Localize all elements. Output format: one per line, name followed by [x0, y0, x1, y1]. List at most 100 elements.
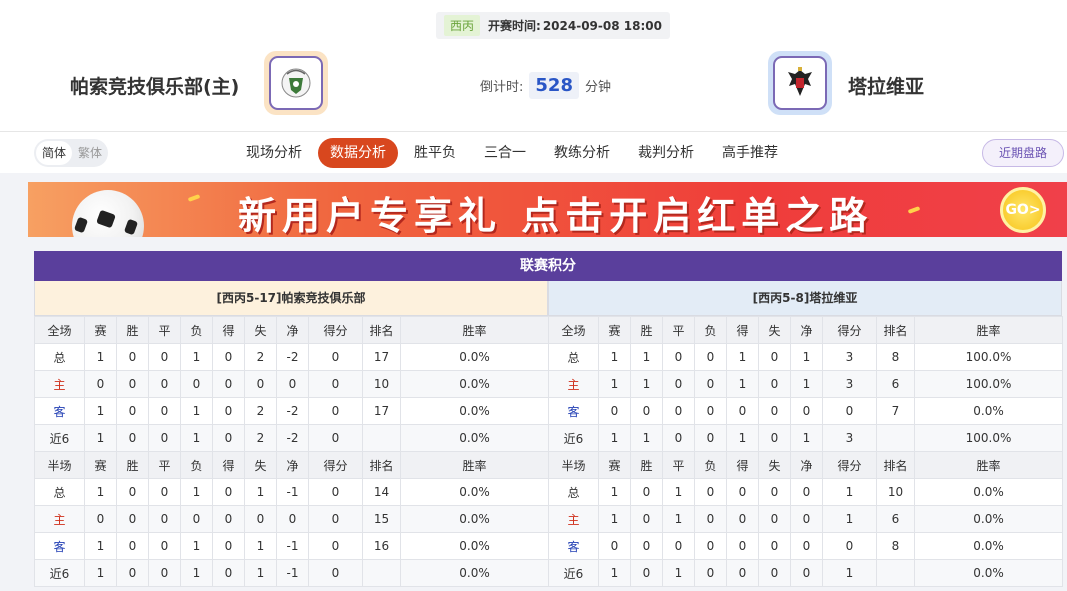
table-cell: 1 [598, 424, 631, 452]
away-crest-icon [788, 67, 812, 96]
home-standings-header: [西丙5-17]帕索竞技俱乐部 [34, 281, 548, 316]
table-cell: 0 [148, 532, 181, 560]
home-crest-icon [281, 68, 311, 98]
banner-text: 新用户专享礼 点击开启红单之路 [238, 194, 874, 237]
table-cell: 0 [662, 343, 695, 371]
table-cell: 1 [84, 424, 117, 452]
column-header: 负 [180, 316, 213, 344]
table-cell: -1 [276, 532, 309, 560]
table-cell: 0 [790, 532, 823, 560]
table-cell: 0 [212, 505, 245, 533]
home-team-name[interactable]: 帕索竞技俱乐部(主) [70, 72, 239, 99]
table-cell: 0.0% [400, 397, 549, 425]
table-cell: 0 [180, 505, 213, 533]
tab-win-draw-lose[interactable]: 胜平负 [402, 138, 468, 168]
table-cell: 1 [84, 397, 117, 425]
table-row: 总 1 0 0 1 0 2 -2 0 17 0.0% [34, 343, 549, 371]
recent-handicap-button[interactable]: 近期盘路 [982, 139, 1064, 167]
table-cell: 0 [758, 478, 791, 506]
column-header: 得分 [308, 316, 363, 344]
lang-traditional[interactable]: 繁体 [72, 141, 108, 165]
table-cell: 0 [116, 343, 149, 371]
go-button[interactable]: GO> [1000, 187, 1046, 233]
table-cell: 0 [180, 370, 213, 398]
table-cell: -1 [276, 478, 309, 506]
table-cell: 0 [726, 478, 759, 506]
table-row: 客 0 0 0 0 0 0 0 0 8 0.0% [548, 532, 1063, 560]
table-cell: 0 [630, 505, 663, 533]
soccer-ball-icon [72, 190, 144, 237]
table-cell: 16 [362, 532, 401, 560]
table-header-row: 半场赛胜平负得失净得分 排名 胜率 [548, 451, 1063, 479]
table-row: 客 1 0 0 1 0 2 -2 0 17 0.0% [34, 397, 549, 425]
column-header: 赛 [84, 316, 117, 344]
tab-live-analysis[interactable]: 现场分析 [234, 138, 314, 168]
table-cell: 1 [180, 343, 213, 371]
countdown: 倒计时: 528 分钟 [480, 72, 611, 99]
tab-referee-analysis[interactable]: 裁判分析 [626, 138, 706, 168]
table-cell: 0 [276, 505, 309, 533]
table-cell: 0 [758, 343, 791, 371]
row-label: 客 [34, 532, 85, 560]
home-team-logo[interactable] [264, 51, 328, 115]
tab-coach-analysis[interactable]: 教练分析 [542, 138, 622, 168]
table-cell: 1 [598, 478, 631, 506]
countdown-unit: 分钟 [584, 80, 611, 95]
table-cell: 1 [598, 559, 631, 587]
away-team-logo[interactable] [768, 51, 832, 115]
table-cell: 0 [822, 397, 877, 425]
row-label: 主 [34, 370, 85, 398]
table-cell: 0.0% [400, 559, 549, 587]
table-cell: 0.0% [914, 532, 1063, 560]
table-cell: 0 [758, 532, 791, 560]
column-header: 半场 [34, 451, 85, 479]
table-cell: 2 [244, 343, 277, 371]
standings-title: 联赛积分 [34, 251, 1062, 281]
table-row: 主 1 1 0 0 1 0 1 3 6 100.0% [548, 370, 1063, 398]
table-cell: 0.0% [914, 478, 1063, 506]
table-header-row: 全场赛胜平负得失净得分 排名 胜率 [548, 316, 1063, 344]
column-header: 得 [726, 451, 759, 479]
lang-simplified[interactable]: 简体 [36, 141, 73, 165]
table-cell: 0.0% [400, 424, 549, 452]
table-cell: 0.0% [400, 370, 549, 398]
table-cell: 0 [790, 397, 823, 425]
table-cell: 1 [662, 478, 695, 506]
column-header: 平 [148, 316, 181, 344]
table-cell: 2 [244, 397, 277, 425]
tab-data-analysis[interactable]: 数据分析 [318, 138, 398, 168]
table-cell: 0 [116, 424, 149, 452]
table-cell: 0 [630, 478, 663, 506]
promo-banner[interactable]: 新用户专享礼 点击开启红单之路 GO> [28, 182, 1067, 237]
row-label: 近6 [34, 424, 85, 452]
table-cell: 1 [84, 532, 117, 560]
table-cell: 0 [308, 370, 363, 398]
table-cell: 6 [876, 370, 915, 398]
column-header: 排名 [362, 316, 401, 344]
table-cell: 1 [598, 505, 631, 533]
table-row: 近6 1 0 1 0 0 0 0 1 0.0% [548, 559, 1063, 587]
league-tag[interactable]: 西丙 [444, 15, 481, 36]
tab-expert-picks[interactable]: 高手推荐 [710, 138, 790, 168]
table-cell: 0 [308, 343, 363, 371]
table-cell: 0 [758, 559, 791, 587]
table-cell: 0 [662, 532, 695, 560]
table-cell: 1 [180, 397, 213, 425]
table-cell: 100.0% [914, 343, 1063, 371]
table-cell: 3 [822, 370, 877, 398]
table-cell: 0 [758, 424, 791, 452]
away-team-name[interactable]: 塔拉维亚 [848, 72, 924, 99]
table-cell: 0 [148, 424, 181, 452]
table-row: 总 1 1 0 0 1 0 1 3 8 100.0% [548, 343, 1063, 371]
table-cell: 0 [244, 505, 277, 533]
column-header: 平 [662, 451, 695, 479]
table-cell: 0 [148, 343, 181, 371]
row-label: 近6 [548, 424, 599, 452]
column-header: 赛 [84, 451, 117, 479]
table-cell: 0 [276, 370, 309, 398]
tab-three-in-one[interactable]: 三合一 [472, 138, 538, 168]
row-label: 客 [34, 397, 85, 425]
table-cell: 0 [84, 370, 117, 398]
table-cell: 0 [726, 505, 759, 533]
column-header: 得 [726, 316, 759, 344]
